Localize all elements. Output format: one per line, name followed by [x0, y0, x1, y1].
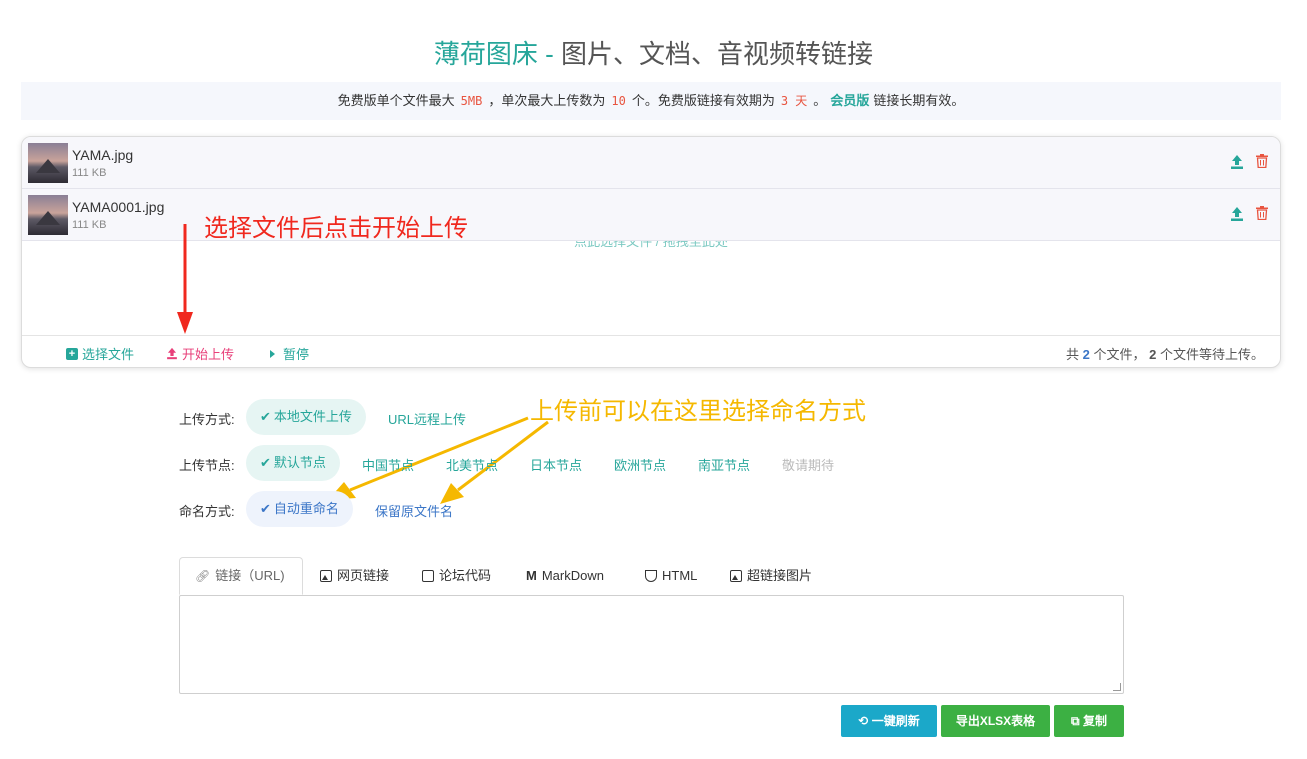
option-coming-soon: 敬请期待 — [782, 458, 835, 473]
tab-html[interactable]: HTML — [645, 557, 697, 595]
upload-toolbar: + 选择文件 开始上传 暂停 共 2 个文件， 2 个文件等待上传。 — [22, 335, 1280, 367]
max-size-value: 5MB — [460, 94, 483, 108]
check-icon: ✔ — [260, 409, 271, 424]
output-textarea[interactable] — [179, 595, 1124, 694]
brand-name: 薄荷图床 — [433, 39, 538, 69]
file-name: YAMA.jpg — [72, 147, 134, 163]
upload-method-label: 上传方式: — [179, 412, 235, 427]
option-europe-node[interactable]: 欧洲节点 — [614, 455, 666, 474]
count-mid: 个文件， — [1093, 347, 1146, 362]
max-count-value: 10 — [611, 94, 626, 108]
page-subtitle: 图片、文档、音视频转链接 — [561, 39, 874, 69]
delete-file-icon[interactable] — [1256, 154, 1268, 168]
file-row: YAMA.jpg 111 KB — [22, 137, 1280, 189]
option-south-asia-node[interactable]: 南亚节点 — [698, 455, 750, 474]
annotation-start-upload: 选择文件后点击开始上传 — [204, 215, 468, 242]
caret-right-icon — [270, 349, 275, 358]
html5-icon — [645, 570, 657, 582]
upload-panel: 点此选择文件 / 拖拽至此处 YAMA.jpg 111 KB YAMA0001.… — [21, 136, 1281, 368]
file-name: YAMA0001.jpg — [72, 199, 165, 215]
option-local-upload[interactable]: ✔ 本地文件上传 — [246, 399, 366, 435]
output-format-tabs: 🔗︎ 链接（URL) 网页链接 论坛代码 M MarkDown HTML 超链接… — [179, 557, 1124, 595]
tab-markdown[interactable]: M MarkDown — [526, 557, 604, 595]
count-suffix: 个文件等待上传。 — [1159, 347, 1264, 362]
upload-node-label: 上传节点: — [179, 458, 235, 473]
annotation-naming: 上传前可以在这里选择命名方式 — [530, 398, 866, 425]
markdown-icon: M — [526, 568, 537, 583]
count-prefix: 共 — [1065, 347, 1079, 362]
tab-label: 网页链接 — [337, 568, 390, 583]
upload-file-icon[interactable] — [1230, 154, 1244, 170]
check-icon: ✔ — [260, 501, 271, 516]
pause-button[interactable]: 暂停 — [266, 344, 309, 363]
page-title: 薄荷图床 - 图片、文档、音视频转链接 — [0, 34, 1307, 71]
notice-text-3: 个。免费版链接有效期为 — [631, 93, 775, 108]
pause-label: 暂停 — [283, 347, 310, 362]
notice-text-1: 免费版单个文件最大 — [337, 93, 455, 108]
export-xlsx-button[interactable]: 导出XLSX表格 — [941, 705, 1050, 737]
tab-label: HTML — [662, 568, 698, 583]
notice-text-4: 。 — [813, 93, 827, 108]
select-files-label: 选择文件 — [82, 347, 135, 362]
option-label: 本地文件上传 — [273, 409, 352, 424]
option-label: 默认节点 — [273, 455, 326, 470]
file-size: 111 KB — [72, 219, 107, 231]
file-thumbnail — [28, 195, 68, 235]
yellow-arrow-shaft — [349, 416, 529, 492]
file-thumbnail — [28, 143, 68, 183]
copy-button[interactable]: ⧉ 复制 — [1054, 705, 1124, 737]
tab-label: MarkDown — [541, 568, 604, 583]
file-size: 111 KB — [72, 167, 107, 179]
notice-text-5: 链接长期有效。 — [873, 93, 965, 108]
tab-label: 论坛代码 — [439, 568, 492, 583]
tab-forum-code[interactable]: 论坛代码 — [422, 557, 491, 595]
upload-file-icon[interactable] — [1230, 206, 1244, 222]
tab-label: 超链接图片 — [747, 568, 813, 583]
option-china-node[interactable]: 中国节点 — [362, 455, 414, 474]
check-icon: ✔ — [260, 455, 271, 470]
image-icon — [320, 570, 332, 582]
refresh-button[interactable]: ⟲ 一键刷新 — [841, 705, 937, 737]
start-upload-button[interactable]: 开始上传 — [166, 344, 234, 363]
option-keep-filename[interactable]: 保留原文件名 — [375, 501, 453, 520]
expire-value: 3 天 — [780, 94, 808, 108]
copy-icon: ⧉ — [1071, 714, 1080, 728]
tab-url[interactable]: 🔗︎ 链接（URL) — [179, 557, 303, 595]
refresh-label: 一键刷新 — [871, 714, 920, 728]
picture-icon — [730, 570, 742, 582]
copy-label: 复制 — [1082, 714, 1107, 728]
delete-file-icon[interactable] — [1256, 206, 1268, 220]
limits-notice: 免费版单个文件最大 5MB ，单次最大上传数为 10 个。免费版链接有效期为 3 天。会员… — [21, 82, 1281, 120]
total-count: 2 — [1082, 347, 1090, 362]
option-default-node[interactable]: ✔ 默认节点 — [246, 445, 340, 481]
naming-label: 命名方式: — [179, 504, 235, 519]
plus-square-icon: + — [66, 347, 78, 360]
notice-text-2: ，单次最大上传数为 — [488, 93, 606, 108]
title-separator: - — [537, 39, 562, 69]
option-url-upload[interactable]: URL远程上传 — [388, 409, 466, 428]
option-auto-rename[interactable]: ✔ 自动重命名 — [246, 491, 353, 527]
resize-handle[interactable] — [1113, 683, 1121, 691]
select-files-button[interactable]: + 选择文件 — [66, 344, 134, 363]
upload-icon — [167, 347, 177, 360]
tab-label: 链接（URL) — [215, 568, 285, 583]
start-upload-label: 开始上传 — [182, 347, 235, 362]
option-north-america-node[interactable]: 北美节点 — [446, 455, 498, 474]
option-label: 自动重命名 — [273, 501, 339, 516]
tab-hyperlink-image[interactable]: 超链接图片 — [730, 557, 812, 595]
link-icon: 🔗︎ — [195, 569, 211, 583]
comment-icon — [422, 570, 434, 582]
waiting-count: 2 — [1149, 347, 1157, 362]
refresh-icon: ⟲ — [858, 714, 869, 728]
vip-link[interactable]: 会员版 — [826, 93, 873, 108]
tab-web-link[interactable]: 网页链接 — [320, 557, 389, 595]
option-japan-node[interactable]: 日本节点 — [530, 455, 582, 474]
file-count-status: 共 2 个文件， 2 个文件等待上传。 — [1066, 344, 1264, 363]
